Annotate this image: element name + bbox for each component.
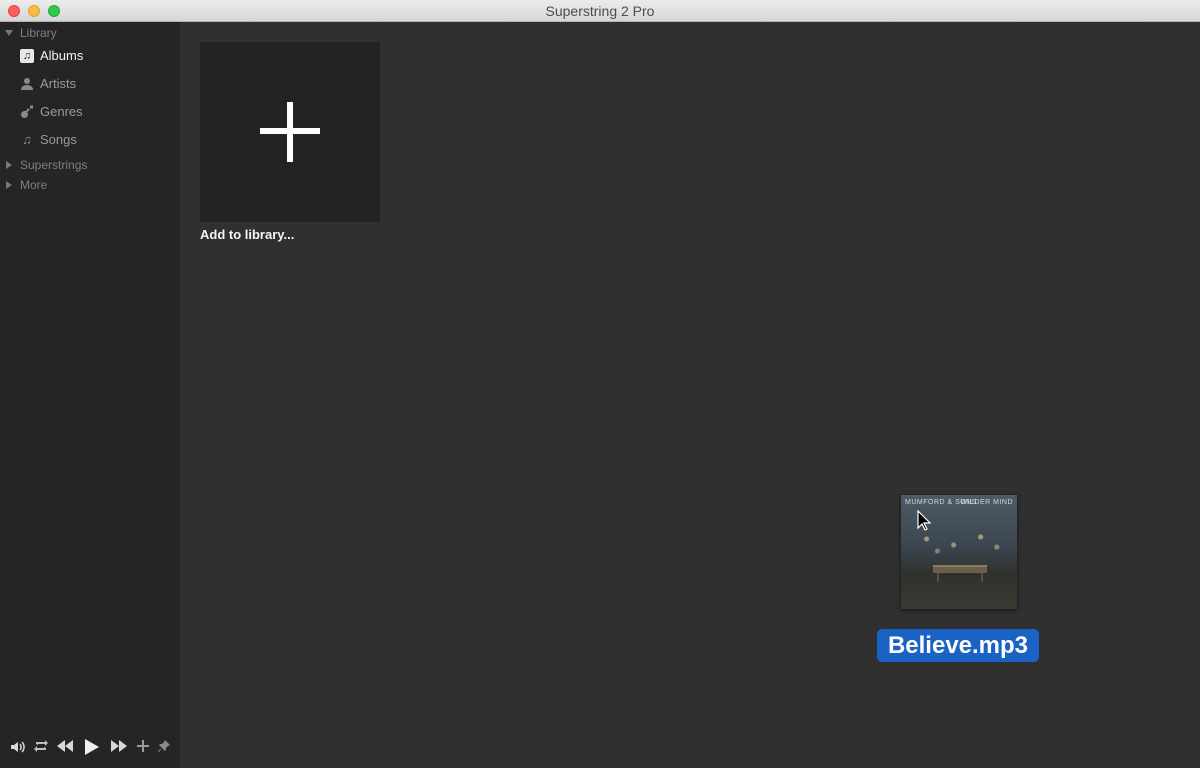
sidebar-group-label: Library bbox=[20, 26, 57, 40]
bench-leg-art bbox=[937, 573, 939, 582]
repeat-icon[interactable] bbox=[32, 738, 50, 758]
guitar-icon bbox=[20, 105, 34, 119]
volume-icon[interactable] bbox=[8, 738, 28, 758]
mouse-cursor-icon bbox=[917, 510, 931, 531]
window-title: Superstring 2 Pro bbox=[545, 3, 655, 19]
sidebar-item-genres[interactable]: Genres bbox=[0, 98, 180, 126]
main-content: Add to library... MUMFORD & SONS WILDER … bbox=[180, 22, 1200, 768]
music-note-icon: ♫ bbox=[22, 132, 32, 147]
bench-art bbox=[933, 565, 987, 573]
disclosure-right-icon bbox=[6, 181, 12, 189]
sidebar-group-library[interactable]: Library bbox=[0, 25, 180, 43]
add-icon[interactable] bbox=[135, 738, 151, 758]
sidebar: Library ♫ Albums Artists Genres ♫ Songs … bbox=[0, 22, 180, 768]
plus-icon-vertical bbox=[287, 102, 293, 162]
sidebar-item-label: Genres bbox=[40, 104, 83, 119]
sidebar-group-superstrings[interactable]: Superstrings bbox=[0, 157, 180, 175]
sidebar-item-label: Albums bbox=[40, 48, 84, 63]
sidebar-group-more[interactable]: More bbox=[0, 177, 180, 195]
disclosure-down-icon bbox=[5, 30, 13, 36]
add-to-library-tile[interactable] bbox=[200, 42, 380, 222]
playback-controls bbox=[0, 728, 180, 768]
album-title-text: WILDER MIND bbox=[960, 499, 1013, 506]
rewind-icon[interactable] bbox=[54, 738, 76, 758]
sidebar-item-songs[interactable]: ♫ Songs bbox=[0, 126, 180, 154]
sidebar-group-label: Superstrings bbox=[20, 158, 88, 172]
bench-leg-art bbox=[981, 573, 983, 582]
person-icon bbox=[20, 77, 34, 91]
disclosure-right-icon bbox=[6, 161, 12, 169]
sidebar-item-label: Songs bbox=[40, 132, 77, 147]
pin-icon[interactable] bbox=[156, 738, 172, 758]
sidebar-item-label: Artists bbox=[40, 76, 77, 91]
music-note-icon: ♫ bbox=[20, 49, 34, 63]
fast-forward-icon[interactable] bbox=[108, 738, 130, 758]
sidebar-group-label: More bbox=[20, 178, 48, 192]
dragged-filename-label: Believe.mp3 bbox=[877, 629, 1039, 662]
sidebar-item-artists[interactable]: Artists bbox=[0, 70, 180, 98]
title-bar: Superstring 2 Pro bbox=[0, 0, 1200, 22]
add-to-library-label[interactable]: Add to library... bbox=[200, 227, 294, 242]
play-icon[interactable] bbox=[80, 738, 102, 758]
sidebar-item-albums[interactable]: ♫ Albums bbox=[0, 42, 180, 70]
